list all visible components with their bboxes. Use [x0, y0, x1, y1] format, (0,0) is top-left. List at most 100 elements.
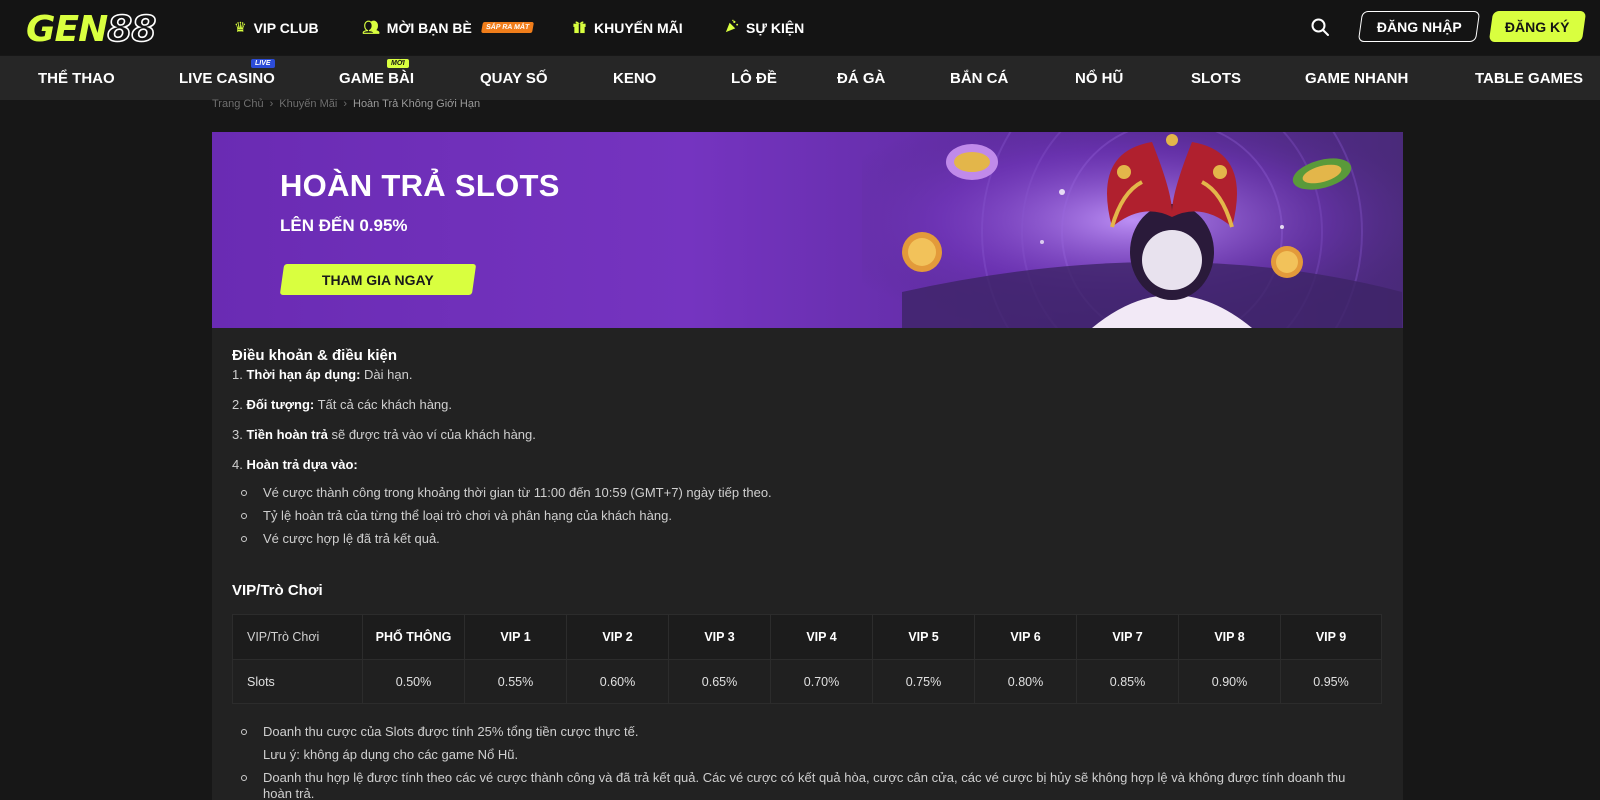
table-header-cell: VIP 2 [567, 615, 669, 659]
table-header-cell: VIP 9 [1315, 630, 1347, 644]
category-label: LÔ ĐỀ [731, 69, 777, 87]
table-cell: 0.85% [1077, 660, 1179, 703]
table-header-cell: VIP 1 [465, 615, 567, 659]
table-header-cell: VIP/Trò Chơi [233, 615, 363, 659]
join-now-button[interactable]: THAM GIA NGAY [279, 264, 477, 295]
category-fishing[interactable]: BẮN CÁ [950, 56, 1008, 100]
note-text: Doanh thu cược của Slots được tính 25% t… [263, 724, 639, 739]
breadcrumb-promotions[interactable]: Khuyến Mãi [279, 98, 337, 110]
table-header-cell: PHỔ THÔNG [363, 615, 465, 659]
banner-subtitle: LÊN ĐẾN 0.95% [280, 216, 408, 235]
table-cell: 0.90% [1179, 660, 1281, 703]
crown-icon: ♛ [234, 19, 247, 35]
term-bold: Thời hạn áp dụng: [246, 367, 361, 382]
term-text: Tất cả các khách hàng. [314, 397, 453, 412]
nav-invite-friends[interactable]: 👥︎ MỜI BẠN BÈ SẮP RA MẮT [362, 0, 534, 55]
category-nav: THỂ THAO LIVE CASINO LIVE GAME BÀI MỚI Q… [0, 56, 1600, 100]
bullet-text: Vé cược hợp lệ đã trả kết quả. [263, 531, 440, 546]
nav-vip-club[interactable]: ♛ VIP CLUB [234, 0, 319, 55]
category-keno[interactable]: KENO [613, 56, 656, 100]
table-header-row: VIP/Trò Chơi PHỔ THÔNG VIP 1 VIP 2 VIP 3… [233, 615, 1381, 659]
new-badge: MỚI [387, 59, 409, 68]
category-label: BẮN CÁ [950, 69, 1009, 87]
term-bold: Tiền hoàn trả [246, 427, 328, 442]
term-bold: Hoàn trả dựa vào: [246, 457, 358, 472]
category-lottery[interactable]: QUAY SỐ [480, 56, 548, 100]
search-icon[interactable] [1310, 17, 1330, 37]
nav-promotions[interactable]: KHUYẾN MÃI [572, 0, 683, 55]
table-header-cell: VIP 3 [669, 615, 771, 659]
bullet-circle-icon [241, 535, 247, 542]
table-cell: Slots [233, 660, 363, 703]
banner-title: HOÀN TRẢ SLOTS [280, 168, 560, 203]
breadcrumb: Trang Chủ › Khuyến Mãi › Hoàn Trả Không … [212, 98, 480, 110]
nav-events-label: SỰ KIỆN [746, 19, 805, 36]
term-number: 4. [232, 457, 243, 472]
table-cell: 0.70% [771, 660, 873, 703]
bullet-text: Vé cược thành công trong khoảng thời gia… [263, 485, 772, 500]
table-row: Slots 0.50% 0.55% 0.60% 0.65% 0.70% 0.75… [233, 659, 1381, 703]
gen88-logo[interactable]: GEN88 [26, 8, 157, 51]
category-label: KENO [613, 69, 657, 87]
category-card-games[interactable]: GAME BÀI MỚI [339, 56, 414, 100]
category-table-games[interactable]: TABLE GAMES [1475, 56, 1583, 100]
bullet-circle-icon [241, 774, 247, 781]
table-header-cell: VIP 4 [771, 615, 873, 659]
term-item-1: 1. Thời hạn áp dụng: Dài hạn. [232, 367, 412, 382]
category-live-casino[interactable]: LIVE CASINO LIVE [179, 56, 275, 100]
top-header: GEN88 ♛ VIP CLUB 👥︎ MỜI BẠN BÈ SẮP RA MẮ… [0, 0, 1600, 55]
bullet-circle-icon [241, 728, 247, 735]
nav-events[interactable]: SỰ KIỆN [724, 0, 804, 55]
login-button-label: ĐĂNG NHẬP [1376, 18, 1462, 35]
coming-soon-badge: SẮP RA MẮT [480, 22, 534, 33]
table-cell: 0.50% [363, 660, 465, 703]
bullet-circle-icon [241, 512, 247, 519]
chevron-right-icon: › [269, 98, 274, 110]
note-bullet: Doanh thu cược của Slots được tính 25% t… [241, 724, 638, 739]
table-header-cell: VIP 7 [1077, 615, 1179, 659]
chevron-right-icon: › [343, 98, 347, 110]
table-header-cell: VIP 6 [975, 615, 1077, 659]
category-sports[interactable]: THỂ THAO [38, 56, 115, 100]
category-quick-games[interactable]: GAME NHANH [1305, 56, 1408, 100]
promotion-card: HOÀN TRẢ SLOTS LÊN ĐẾN 0.95% THAM GIA NG… [212, 132, 1403, 800]
party-icon [724, 19, 739, 37]
table-cell: 0.80% [975, 660, 1077, 703]
category-label: SLOTS [1191, 69, 1242, 87]
term-item-4: 4. Hoàn trả dựa vào: [232, 457, 358, 472]
term-bullet: Tỷ lệ hoàn trả của từng thể loại trò chơ… [241, 508, 672, 523]
note-remark: Lưu ý: không áp dụng cho các game Nổ Hũ. [263, 747, 519, 762]
nav-vip-club-label: VIP CLUB [253, 19, 319, 36]
nav-invite-friends-label: MỜI BẠN BÈ [386, 19, 472, 36]
register-button[interactable]: ĐĂNG KÝ [1488, 11, 1587, 42]
breadcrumb-current: Hoàn Trả Không Giới Hạn [353, 98, 481, 110]
category-jackpot[interactable]: NỔ HŨ [1075, 56, 1123, 100]
term-number: 2. [232, 397, 243, 412]
category-label: ĐÁ GÀ [837, 69, 886, 87]
note-bullet: Doanh thu hợp lệ được tính theo các vé c… [241, 770, 1345, 785]
logo-text-gen: GEN [26, 8, 108, 50]
category-label: QUAY SỐ [480, 69, 548, 87]
promotion-banner: HOÀN TRẢ SLOTS LÊN ĐẾN 0.95% THAM GIA NG… [212, 132, 1403, 328]
category-label: TABLE GAMES [1475, 69, 1584, 87]
note-text: Doanh thu hợp lệ được tính theo các vé c… [263, 770, 1346, 785]
term-bullet: Vé cược hợp lệ đã trả kết quả. [241, 531, 440, 546]
table-cell: 0.75% [873, 660, 975, 703]
bullet-text: Tỷ lệ hoàn trả của từng thể loại trò chơ… [263, 508, 672, 523]
category-slots[interactable]: SLOTS [1191, 56, 1241, 100]
bullet-circle-icon [241, 489, 247, 496]
term-item-2: 2. Đối tượng: Tất cả các khách hàng. [232, 397, 452, 412]
nav-promotions-label: KHUYẾN MÃI [594, 19, 683, 36]
login-button[interactable]: ĐĂNG NHẬP [1357, 11, 1481, 42]
register-button-label: ĐĂNG KÝ [1505, 18, 1570, 35]
category-cockfight[interactable]: ĐÁ GÀ [837, 56, 885, 100]
term-bold: Đối tượng: [246, 397, 315, 412]
vip-table-heading: VIP/Trò Chơi [232, 582, 323, 599]
term-text: sẽ được trả vào ví của khách hàng. [327, 427, 536, 442]
vip-rebate-table: VIP/Trò Chơi PHỔ THÔNG VIP 1 VIP 2 VIP 3… [232, 614, 1382, 704]
users-icon: 👥︎ [362, 19, 380, 35]
term-number: 1. [232, 367, 243, 382]
breadcrumb-home[interactable]: Trang Chủ [212, 98, 264, 110]
category-lo-de[interactable]: LÔ ĐỀ [731, 56, 777, 100]
term-text: Dài hạn. [360, 367, 413, 382]
